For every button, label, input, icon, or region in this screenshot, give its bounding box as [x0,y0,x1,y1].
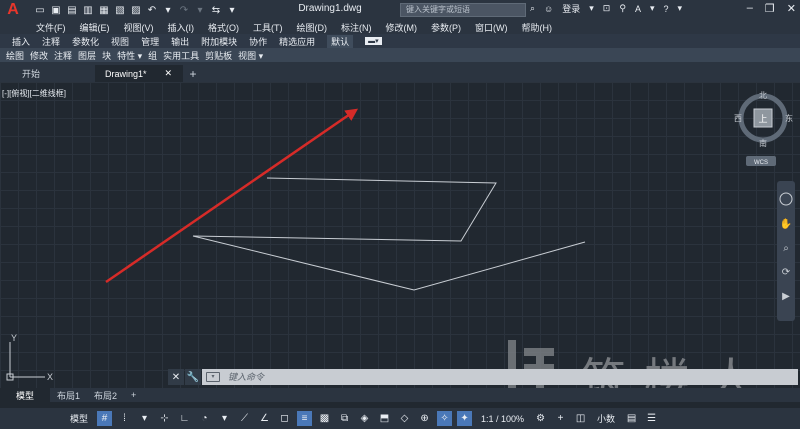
command-line: ✕ 🔧 ▾ 键入命令 [168,369,798,385]
annotation-scale[interactable]: 1:1 / 100% [477,414,528,424]
tab-layout1[interactable]: 布局1 [50,388,87,402]
grid-icon[interactable]: # [97,411,113,426]
annotation-autoscale-icon[interactable]: ✦ [457,411,473,426]
annotation-monitor-icon[interactable]: + [553,411,568,426]
orbit-icon: ⟳ [782,267,791,278]
model-space-button[interactable]: 模型 [66,412,92,425]
ucs-icon [6,342,45,381]
dynamic-ucs-icon[interactable]: ⬒ [377,411,392,426]
zoom-icon: ⌕ [783,243,789,254]
isodraft-icon[interactable]: ⟋ [237,411,252,426]
ortho-icon[interactable]: ∟ [177,411,192,426]
customize-icon[interactable]: 🔧 [185,369,201,385]
units-dropdown[interactable]: 小数 [593,412,619,425]
ucs-menu: WCS [754,160,768,166]
viewcube-east: 东 [785,113,793,123]
annotation-arrow [105,108,359,284]
showmotion-icon: ▶ [782,291,790,302]
osnap-icon[interactable]: ◻ [277,411,292,426]
polar-dropdown-icon[interactable]: ▾ [217,411,232,426]
ucs-x-label: X [47,372,53,382]
polar-icon[interactable]: ◔ [197,411,212,426]
3d-osnap-icon[interactable]: ◈ [357,411,372,426]
ucs-y-label: Y [11,333,17,343]
command-placeholder: 键入命令 [228,372,265,382]
lineweight-icon[interactable]: ≡ [297,411,313,426]
command-input[interactable]: ▾ 键入命令 [202,369,798,385]
pan-icon: ✋ [780,217,792,230]
object-tracking-icon[interactable]: ∠ [257,411,272,426]
workspace-gear-icon[interactable]: ⚙ [533,411,548,426]
navigation-bar: ✋ ⌕ ⟳ ▶ [777,181,795,321]
tab-model[interactable]: 模型 [0,388,51,402]
snap-icon[interactable]: ⁞ [117,411,132,426]
snap-dropdown-icon[interactable]: ▾ [137,411,152,426]
annotation-visibility-icon[interactable]: ✧ [437,411,453,426]
viewcube-north: 北 [759,91,767,100]
steering-wheel-icon [779,192,793,206]
infer-constraints-icon[interactable]: ⊹ [157,411,172,426]
layout-tabs: 模型 布局1 布局2 + [0,388,800,402]
status-bar: 模型 # ⁞ ▾ ⊹ ∟ ◔ ▾ ⟋ ∠ ◻ ≡ ▩ ⧉ ◈ ⬒ ◇ ⊕ ✧ ✦… [0,408,800,429]
drawn-polyline-lower [192,235,586,291]
customization-icon[interactable]: ☰ [644,411,659,426]
units-icon[interactable]: ◫ [573,411,588,426]
transparency-icon[interactable]: ▩ [317,411,332,426]
viewcube-west: 西 [734,114,742,123]
drawn-polyline-upper [192,177,497,242]
close-command-line-icon[interactable]: ✕ [168,369,184,385]
keyboard-icon[interactable]: ▾ [206,372,220,382]
quick-properties-icon[interactable]: ▤ [624,411,639,426]
viewcube-top: 上 [758,114,767,124]
gizmo-icon[interactable]: ⊕ [417,411,432,426]
add-layout-icon[interactable]: + [124,388,143,402]
selection-filter-icon[interactable]: ◇ [397,411,412,426]
viewcube[interactable]: 上 北 南 东 西 WCS [732,90,794,168]
selection-cycling-icon[interactable]: ⧉ [337,411,352,426]
tab-layout2[interactable]: 布局2 [87,388,124,402]
viewcube-south: 南 [759,138,767,148]
